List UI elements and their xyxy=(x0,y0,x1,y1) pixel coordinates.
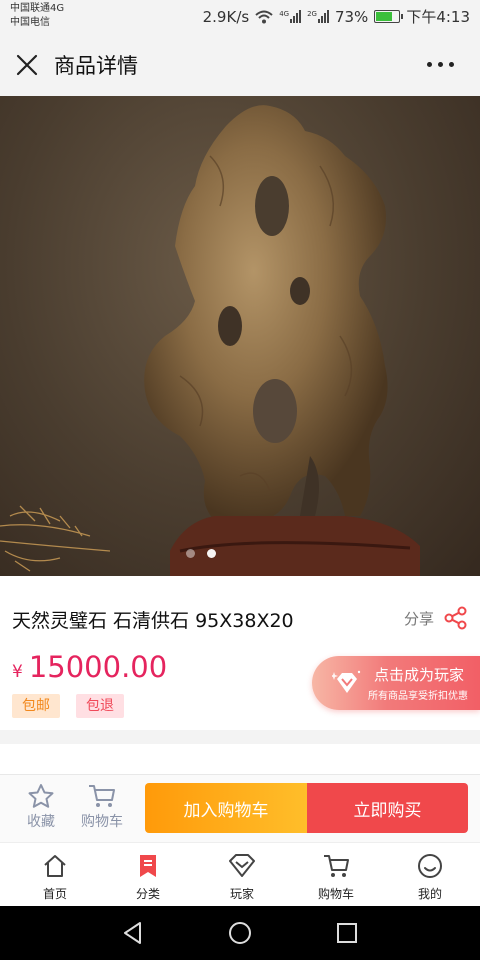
product-title: 天然灵璧石 石清供石 95X38X20 xyxy=(12,610,294,632)
star-icon xyxy=(28,784,54,808)
status-bar: 中国联通4G 中国电信 2.9K/s 4G 2G 73% 下午4:13 xyxy=(0,0,480,34)
battery-icon xyxy=(374,10,404,23)
buy-now-button[interactable]: 立即购买 xyxy=(307,783,468,833)
status-indicators: 2.9K/s 4G 2G 73% 下午4:13 xyxy=(203,6,470,27)
promo-title: 点击成为玩家 xyxy=(374,666,465,684)
signal-2g-label: 2G xyxy=(307,10,317,18)
product-image-carousel[interactable] xyxy=(0,96,480,576)
cart-shortcut-button[interactable]: 购物车 xyxy=(74,783,130,831)
carousel-dot[interactable] xyxy=(186,549,195,558)
favorite-label: 收藏 xyxy=(27,814,55,830)
page-title: 商品详情 xyxy=(54,54,138,78)
promo-subtitle: 所有商品享受折扣优惠 xyxy=(368,691,468,702)
carrier-secondary: 中国电信 xyxy=(10,17,50,28)
nav-bar: 商品详情 xyxy=(0,34,480,96)
price-value: 15000.00 xyxy=(28,650,168,684)
share-icon xyxy=(444,606,467,630)
signal-2g-icon: 2G xyxy=(307,10,329,23)
tab-player-label: 玩家 xyxy=(229,887,254,901)
tab-home[interactable]: 首页 xyxy=(20,853,90,902)
bookmark-icon xyxy=(140,855,156,877)
tab-profile-label: 我的 xyxy=(417,887,442,901)
home-circle-icon[interactable] xyxy=(227,920,253,946)
tab-category-label: 分类 xyxy=(135,887,160,901)
share-button[interactable]: 分享 xyxy=(404,606,468,630)
tab-cart-label: 购物车 xyxy=(317,887,354,901)
cart-icon xyxy=(89,785,115,807)
tag-free-shipping: 包邮 xyxy=(12,694,60,718)
more-menu-icon[interactable] xyxy=(427,62,454,67)
add-to-cart-button[interactable]: 加入购物车 xyxy=(145,783,307,833)
recents-icon[interactable] xyxy=(334,920,360,946)
home-icon xyxy=(44,855,66,877)
network-speed: 2.9K/s xyxy=(202,7,250,26)
become-player-banner[interactable]: 点击成为玩家 所有商品享受折扣优惠 xyxy=(312,656,480,710)
detail-section-top xyxy=(0,744,480,774)
tab-home-label: 首页 xyxy=(42,887,67,901)
tag-returnable: 包退 xyxy=(76,694,124,718)
close-icon[interactable] xyxy=(14,52,40,78)
clock: 下午4:13 xyxy=(406,8,470,26)
section-divider xyxy=(0,730,480,744)
system-nav-bar xyxy=(0,906,480,960)
smiley-icon xyxy=(418,854,442,878)
cart-label: 购物车 xyxy=(81,814,123,830)
bottom-tab-bar: 首页 分类 玩家 购物车 我的 xyxy=(0,842,480,906)
purchase-action-bar: 收藏 购物车 加入购物车 立即购买 xyxy=(0,774,480,842)
tab-cart[interactable]: 购物车 xyxy=(301,853,371,902)
product-price: ¥ 15000.00 xyxy=(12,650,167,684)
wifi-icon xyxy=(255,10,273,23)
carrier-info: 中国联通4G 中国电信 xyxy=(10,2,64,30)
diamond-outline-icon xyxy=(229,854,255,877)
back-icon[interactable] xyxy=(120,920,146,946)
product-image xyxy=(0,105,420,576)
carousel-dot-active[interactable] xyxy=(207,549,216,558)
diamond-icon xyxy=(332,670,361,693)
favorite-button[interactable]: 收藏 xyxy=(13,783,69,831)
tab-player[interactable]: 玩家 xyxy=(207,853,277,902)
currency-symbol: ¥ xyxy=(12,662,23,682)
cart-icon xyxy=(324,855,349,877)
battery-percent: 73% xyxy=(334,7,369,26)
tab-profile[interactable]: 我的 xyxy=(395,853,465,902)
signal-4g-label: 4G xyxy=(279,10,290,18)
carrier-primary: 中国联通4G xyxy=(10,3,65,14)
tab-category[interactable]: 分类 xyxy=(113,853,183,902)
carousel-indicator xyxy=(186,549,216,558)
battery-level xyxy=(376,12,393,21)
share-label: 分享 xyxy=(403,609,434,628)
signal-4g-icon: 4G xyxy=(279,10,302,23)
